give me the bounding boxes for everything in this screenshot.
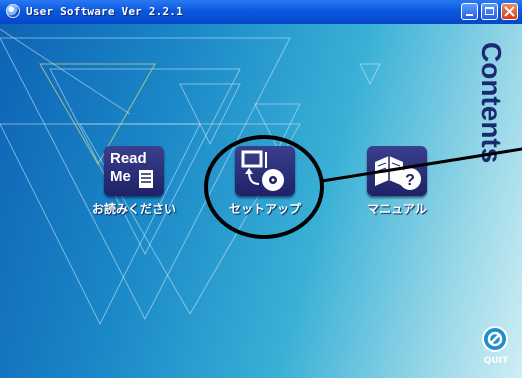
app-window: User Software Ver 2.2.1 Contents Read Me… [0, 0, 522, 378]
app-icon[interactable] [6, 4, 20, 18]
minimize-button[interactable] [461, 3, 478, 20]
window-title: User Software Ver 2.2.1 [26, 5, 183, 18]
close-button[interactable] [501, 3, 518, 20]
title-bar[interactable]: User Software Ver 2.2.1 [0, 0, 522, 25]
close-icon [504, 6, 515, 17]
annotation-highlight [204, 135, 522, 239]
maximize-button[interactable] [481, 3, 498, 20]
content-area: Contents Read Me お読みください セットアップ ? マニュアル … [0, 24, 522, 378]
